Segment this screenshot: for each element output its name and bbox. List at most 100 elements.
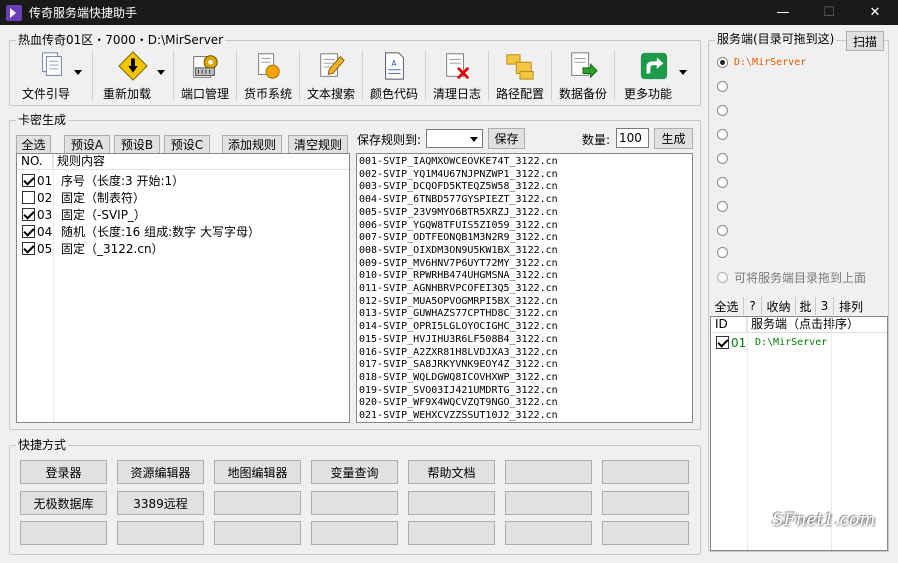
shortcut-empty-slot[interactable] [117, 521, 204, 545]
server-slot-row[interactable] [717, 201, 728, 212]
scan-button[interactable]: 扫描 [846, 31, 884, 51]
rule-row[interactable]: 04 随机（长度:16 组成:数字 大写字母） [17, 223, 260, 240]
radio-button[interactable] [717, 247, 728, 258]
toolbar-file-guide-button[interactable]: 文件引导 [14, 48, 90, 102]
shortcut-empty-slot[interactable] [505, 521, 592, 545]
minimize-button[interactable]: — [760, 0, 806, 25]
rule-checkbox[interactable] [22, 174, 35, 187]
save-rule-label: 保存规则到: [357, 133, 422, 147]
toolbar-text-search-button[interactable]: 文本搜索 [302, 48, 360, 102]
chevron-down-icon[interactable] [157, 70, 165, 75]
save-rule-button[interactable]: 保存 [488, 128, 525, 149]
toolbar-color-code-button[interactable]: A 颜色代码 [365, 48, 423, 102]
generated-code-line: 005-SVIP_23V9MYO6BTR5XRZJ_3122.cn [359, 206, 558, 218]
server-select-all-button[interactable]: 全选 [710, 297, 744, 315]
server-slot-row[interactable] [717, 177, 728, 188]
shortcut-button[interactable]: 帮助文档 [408, 460, 495, 484]
rule-text: 固定（-SVIP_） [61, 208, 146, 222]
shortcut-button[interactable]: 无极数据库 [20, 491, 107, 515]
column-header-id[interactable]: ID [711, 317, 747, 332]
preset-c-button[interactable]: 预设C [164, 135, 210, 154]
save-rule-select[interactable] [426, 129, 483, 148]
shortcut-empty-slot[interactable] [311, 491, 398, 515]
server-help-button[interactable]: ? [744, 297, 762, 315]
column-header-server[interactable]: 服务端（点击排序） [747, 317, 859, 332]
shortcut-empty-slot[interactable] [214, 491, 301, 515]
toolbar-clear-log-button[interactable]: 清理日志 [428, 48, 486, 102]
select-all-rules-button[interactable]: 全选 [16, 135, 51, 154]
server-batch-button[interactable]: 批 [796, 297, 816, 315]
server-row[interactable]: 01 D:\MirServer [711, 334, 827, 351]
server-slot-row[interactable] [717, 225, 728, 236]
rules-list[interactable]: NO. 规则内容 01 序号（长度:3 开始:1） 02 固定（制表符） 03 … [16, 153, 350, 423]
chevron-down-icon[interactable] [74, 70, 82, 75]
radio-button[interactable] [717, 225, 728, 236]
server-slot-row[interactable] [717, 105, 728, 116]
rules-list-header: NO. 规则内容 [17, 154, 349, 170]
generated-code-line: 009-SVIP_MV6HNV7P6UYT72MY_3122.cn [359, 257, 558, 269]
server-slot-row[interactable] [717, 81, 728, 92]
rule-row[interactable]: 01 序号（长度:3 开始:1） [17, 172, 184, 189]
preset-b-button[interactable]: 预设B [114, 135, 160, 154]
server-collapse-button[interactable]: 收纳 [762, 297, 796, 315]
shortcut-empty-slot[interactable] [214, 521, 301, 545]
server-slot-row[interactable] [717, 129, 728, 140]
generated-codes-textarea[interactable]: 001-SVIP_IAQMXOWCEOVKE74T_3122.cn 002-SVI… [356, 153, 693, 423]
rule-checkbox[interactable] [22, 208, 35, 221]
count-input[interactable] [616, 128, 649, 148]
server-checkbox[interactable] [716, 336, 729, 349]
shortcut-empty-slot[interactable] [602, 491, 689, 515]
shortcut-button[interactable]: 3389远程 [117, 491, 204, 515]
port-gear-icon [193, 55, 218, 78]
close-button[interactable]: ✕ [852, 0, 898, 25]
clear-rules-button[interactable]: 清空规则 [288, 135, 348, 154]
toolbar-more-button[interactable]: 更多功能 [617, 48, 691, 102]
server-arrange-button[interactable]: 排列 [834, 297, 868, 315]
shortcut-button[interactable]: 资源编辑器 [117, 460, 204, 484]
generated-code-line: 008-SVIP_OIXDM3ON9U5KW1BX_3122.cn [359, 244, 558, 256]
radio-button[interactable] [717, 272, 728, 283]
generated-code-line: 013-SVIP_GUWHAZS77CPTHD8C_3122.cn [359, 308, 558, 320]
main-toolbar: 文件引导 重新加载 端口管理 货币系统 文本搜索 A 颜色代码 清理日志 路径配… [14, 48, 691, 102]
shortcut-empty-slot[interactable] [20, 521, 107, 545]
shortcut-empty-slot[interactable] [505, 491, 592, 515]
toolbar-path-config-button[interactable]: 路径配置 [491, 48, 549, 102]
shortcut-empty-slot[interactable] [408, 521, 495, 545]
rule-row[interactable]: 02 固定（制表符） [17, 189, 145, 206]
shortcut-button[interactable]: 变量查询 [311, 460, 398, 484]
shortcut-empty-slot[interactable] [602, 460, 689, 484]
radio-button[interactable] [717, 177, 728, 188]
toolbar-data-backup-button[interactable]: 数据备份 [554, 48, 612, 102]
toolbar-currency-button[interactable]: 货币系统 [239, 48, 297, 102]
shortcut-empty-slot[interactable] [505, 460, 592, 484]
radio-button[interactable] [717, 201, 728, 212]
rule-checkbox[interactable] [22, 191, 35, 204]
radio-button[interactable] [717, 105, 728, 116]
maximize-button[interactable]: ☐ [806, 0, 852, 25]
preset-a-button[interactable]: 预设A [64, 135, 110, 154]
rule-row[interactable]: 05 固定（_3122.cn） [17, 240, 164, 257]
shortcut-empty-slot[interactable] [408, 491, 495, 515]
generate-button[interactable]: 生成 [654, 128, 693, 149]
radio-button[interactable] [717, 129, 728, 140]
rule-row[interactable]: 03 固定（-SVIP_） [17, 206, 146, 223]
shortcut-empty-slot[interactable] [602, 521, 689, 545]
chevron-down-icon[interactable] [679, 70, 687, 75]
rule-checkbox[interactable] [22, 242, 35, 255]
rule-checkbox[interactable] [22, 225, 35, 238]
shortcut-empty-slot[interactable] [311, 521, 398, 545]
shortcut-button[interactable]: 登录器 [20, 460, 107, 484]
toolbar-reload-button[interactable]: 重新加载 [95, 48, 171, 102]
server-slot-row[interactable] [717, 153, 728, 164]
column-header-rule[interactable]: 规则内容 [53, 154, 105, 169]
radio-button[interactable] [717, 57, 728, 68]
server-slot-row[interactable]: D:\MirServer [717, 57, 806, 68]
server-slot-row[interactable] [717, 247, 728, 258]
radio-button[interactable] [717, 153, 728, 164]
toolbar-port-button[interactable]: 端口管理 [176, 48, 234, 102]
toolbar-more-label: 更多功能 [623, 87, 672, 101]
column-header-no[interactable]: NO. [17, 154, 53, 169]
add-rule-button[interactable]: 添加规则 [222, 135, 282, 154]
shortcut-button[interactable]: 地图编辑器 [214, 460, 301, 484]
radio-button[interactable] [717, 81, 728, 92]
